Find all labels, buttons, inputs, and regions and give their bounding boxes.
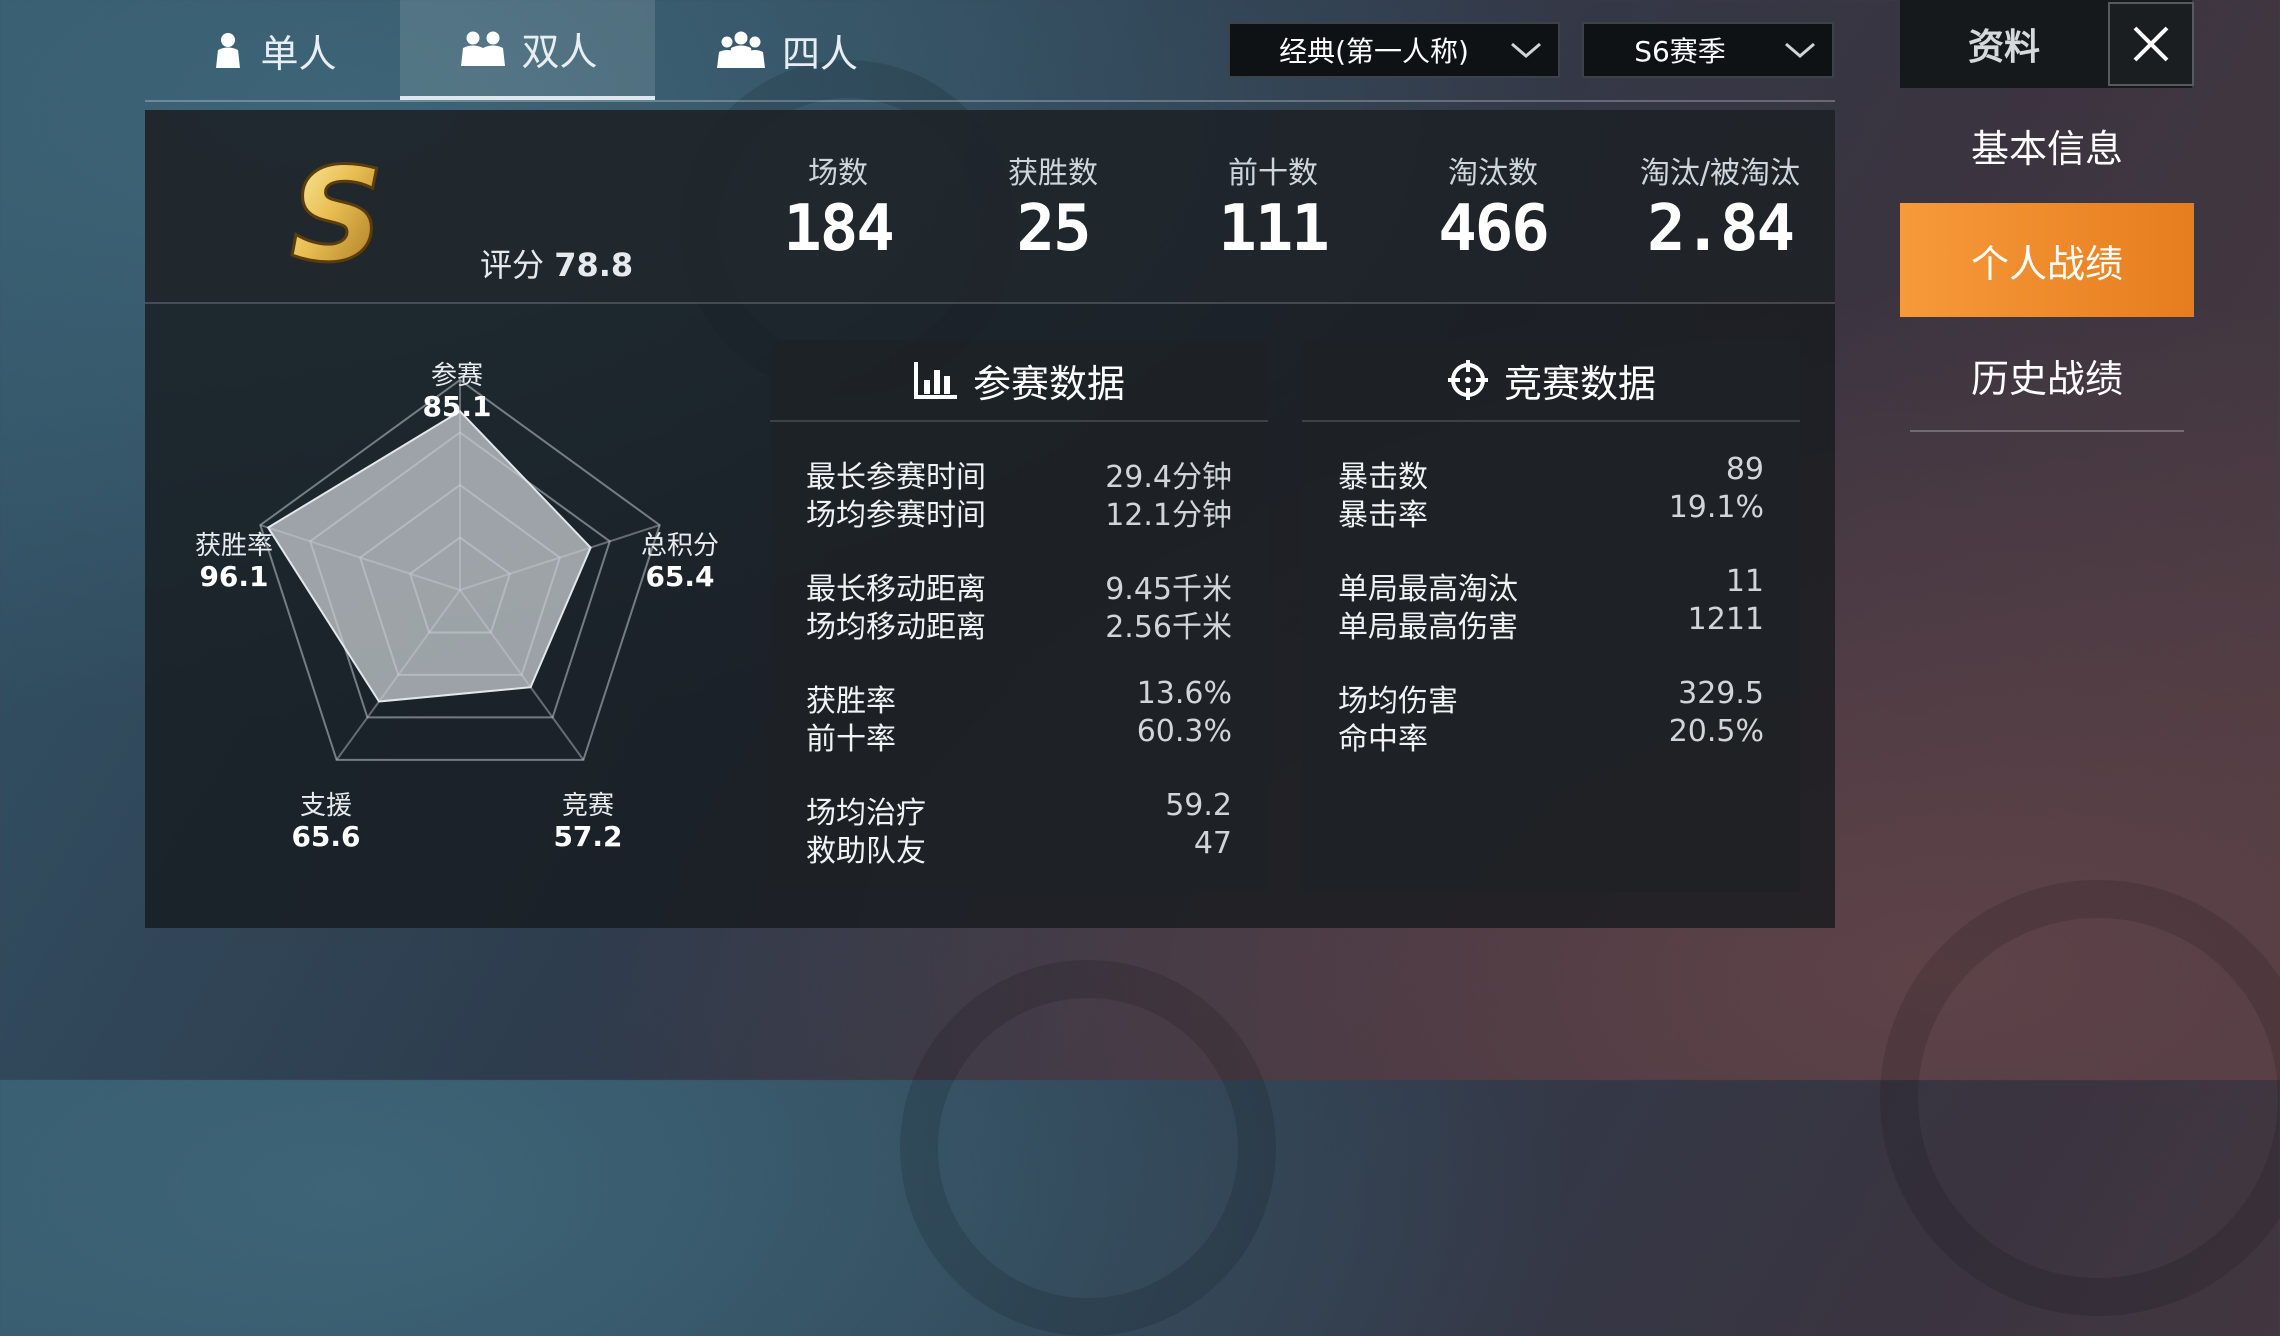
stat-row: 场均治疗 59.2 (806, 788, 1232, 831)
tab-divider (145, 100, 1835, 102)
stat-row: 暴击率 19.1% (1338, 490, 1764, 533)
stat-key: 前十率 (806, 722, 896, 757)
participation-card: 参赛数据 最长参赛时间 29.4分钟 场均参赛时间 12.1分钟 最长移动距离 9.4… (770, 340, 1268, 892)
combat-title: 竞赛数据 (1503, 361, 1656, 406)
stat-value-kills: 466 (1438, 192, 1550, 266)
rating: 评分 78.8 (480, 240, 633, 286)
radar-value-support: 65.6 (291, 820, 361, 853)
stat-label-top10: 前十数 (1228, 156, 1318, 191)
rank-letter: S (290, 140, 384, 280)
season-dropdown[interactable]: S6赛季 (1582, 22, 1834, 78)
stat-row: 单局最高淘汰 11 (1338, 564, 1764, 607)
background-decoration (1880, 880, 2280, 1316)
tab-label: 单人 (260, 31, 337, 76)
nav-history-record[interactable]: 历史战绩 (1900, 318, 2194, 432)
participation-title: 参赛数据 (972, 361, 1125, 406)
profile-title: 资料 (1968, 27, 2041, 68)
radar-label-participation: 参赛 (430, 361, 483, 391)
close-icon (2133, 26, 2169, 62)
radar-value-shape (266, 410, 592, 703)
nav-divider (1910, 430, 2184, 432)
stat-val: 11 (1725, 564, 1764, 599)
radar-value-combat: 57.2 (553, 820, 623, 853)
stat-value-kd: 2.84 (1646, 192, 1795, 266)
chevron-down-icon (1785, 42, 1815, 58)
radar-label-support: 支援 (299, 791, 352, 821)
nav-basic-info[interactable]: 基本信息 (1900, 88, 2194, 202)
radar-label-total-score: 总积分 (640, 531, 719, 561)
combat-card-header: 竞赛数据 (1302, 340, 1800, 422)
nav-label: 基本信息 (1970, 126, 2123, 171)
stat-val: 12.1分钟 (1105, 498, 1232, 533)
stat-value-matches: 184 (783, 192, 895, 266)
combat-card: 竞赛数据 暴击数 89 暴击率 19.1% 单局最高淘汰 11 单局最高伤害 1211 … (1302, 340, 1800, 892)
stat-val: 19.1% (1668, 490, 1764, 525)
single-person-icon (216, 33, 241, 68)
stat-key: 场均参赛时间 (806, 498, 986, 533)
radar-value-win-rate: 96.1 (199, 560, 269, 593)
radar-label-combat: 竞赛 (561, 791, 614, 821)
nav-personal-record[interactable]: 个人战绩 (1900, 203, 2194, 317)
stat-row: 命中率 20.5% (1338, 714, 1764, 757)
stat-row: 最长参赛时间 29.4分钟 (806, 452, 1232, 495)
stat-label-kd: 淘汰/被淘汰 (1639, 156, 1801, 191)
stat-row: 暴击数 89 (1338, 452, 1764, 495)
duo-icon (461, 31, 506, 66)
stat-row: 最长移动距离 9.45千米 (806, 564, 1232, 607)
season-dropdown-value: S6赛季 (1634, 35, 1726, 68)
stat-key: 暴击率 (1338, 498, 1428, 533)
stat-val: 1211 (1687, 602, 1764, 637)
summary-divider (145, 302, 1835, 304)
radar-label-win-rate: 获胜率 (194, 531, 273, 561)
rating-value: 78.8 (554, 246, 634, 284)
tab-label: 四人 (781, 31, 858, 76)
stat-val: 89 (1725, 452, 1764, 487)
participation-card-header: 参赛数据 (770, 340, 1268, 422)
stat-val: 20.5% (1668, 714, 1764, 749)
tab-label: 双人 (521, 29, 598, 74)
stat-value-wins: 25 (1016, 192, 1091, 266)
rating-label: 评分 (480, 246, 545, 284)
stat-val: 47 (1193, 826, 1232, 861)
stat-key: 救助队友 (806, 834, 926, 869)
bar-chart-icon (913, 362, 957, 399)
radar-value-total-score: 65.4 (645, 560, 715, 593)
background-decoration (900, 960, 1276, 1336)
nav-label: 个人战绩 (1970, 241, 2123, 286)
rank-s-icon: S (289, 138, 386, 293)
mode-dropdown[interactable]: 经典(第一人称) (1228, 22, 1560, 78)
stat-row: 场均移动距离 2.56千米 (806, 602, 1232, 645)
crosshair-icon (1447, 360, 1488, 400)
stat-val: 329.5 (1678, 676, 1764, 711)
squad-icon (716, 31, 765, 68)
stat-key: 命中率 (1338, 722, 1428, 757)
stat-val: 2.56千米 (1105, 610, 1232, 645)
stat-label-kills: 淘汰数 (1448, 156, 1538, 191)
tab-squad[interactable]: 四人 (655, 0, 915, 100)
stat-row: 场均参赛时间 12.1分钟 (806, 490, 1232, 533)
stat-row: 单局最高伤害 1211 (1338, 602, 1764, 645)
stat-label-matches: 场数 (808, 156, 868, 191)
stat-key: 场均移动距离 (806, 610, 986, 645)
stat-val: 13.6% (1136, 676, 1232, 711)
mode-dropdown-value: 经典(第一人称) (1279, 35, 1469, 68)
nav-label: 历史战绩 (1970, 356, 2123, 401)
stat-row: 场均伤害 329.5 (1338, 676, 1764, 719)
tab-duo[interactable]: 双人 (400, 0, 655, 100)
rank-badge: S (282, 138, 392, 293)
stat-row: 前十率 60.3% (806, 714, 1232, 757)
stat-row: 救助队友 47 (806, 826, 1232, 869)
stat-val: 59.2 (1165, 788, 1232, 823)
tab-single[interactable]: 单人 (145, 0, 400, 100)
chevron-down-icon (1511, 42, 1541, 58)
radar-value-participation: 85.1 (422, 390, 492, 423)
stat-val: 60.3% (1136, 714, 1232, 749)
stat-value-top10: 111 (1218, 192, 1330, 266)
stat-key: 单局最高伤害 (1338, 610, 1518, 645)
stat-row: 获胜率 13.6% (806, 676, 1232, 719)
close-button[interactable] (2108, 2, 2194, 86)
stat-label-wins: 获胜数 (1008, 156, 1098, 191)
